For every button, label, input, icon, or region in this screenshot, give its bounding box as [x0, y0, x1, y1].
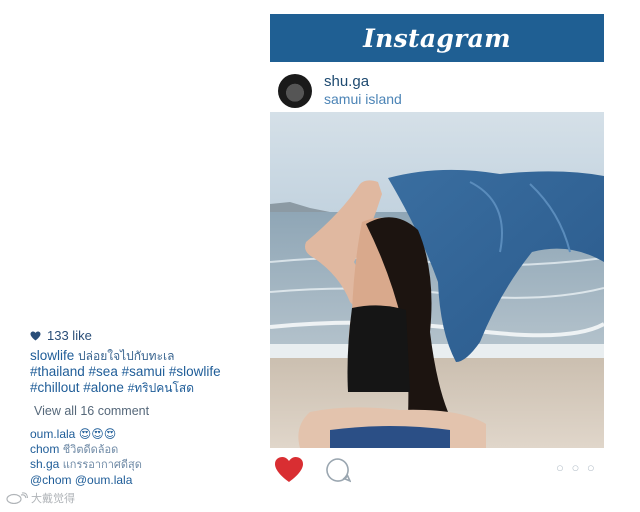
likes-row[interactable]: 133 like: [30, 328, 266, 343]
watermark-text: 大戴觉得: [31, 493, 75, 505]
more-options-icon[interactable]: ○ ○ ○: [556, 460, 597, 475]
comment-username[interactable]: oum.lala: [30, 427, 75, 441]
post-header: shu.ga samui island: [270, 70, 604, 114]
caption-username[interactable]: slowlife: [30, 348, 74, 363]
post-username[interactable]: shu.ga: [324, 73, 369, 90]
comment-username[interactable]: chom: [30, 442, 59, 456]
comment-item: oum.lala 😍😍😍: [30, 427, 266, 442]
comment-text: 😍😍😍: [78, 427, 117, 441]
instagram-logo: Instagram: [363, 23, 511, 53]
post-actions: ○ ○ ○: [270, 450, 604, 490]
comment-item: chom ชีวิตดีดล้อด: [30, 442, 266, 458]
caption-hashtags-line1[interactable]: #thailand #sea #samui #slowlife: [30, 364, 266, 380]
comment-item: sh.ga แกรรอากาศดีสุด: [30, 457, 266, 473]
post-caption: slowlife ปล่อยใจไปกับทะเล #thailand #sea…: [30, 348, 266, 396]
likes-heart-icon: [30, 330, 41, 341]
caption-hashtags-line2[interactable]: #chillout #alone: [30, 380, 124, 395]
comment-username[interactable]: sh.ga: [30, 457, 59, 471]
caption-column: 133 like slowlife ปล่อยใจไปกับทะเล #thai…: [30, 328, 266, 487]
comment-mentions[interactable]: @chom @oum.lala: [30, 473, 132, 487]
heart-icon[interactable]: [274, 456, 304, 484]
comment-text: แกรรอากาศดีสุด: [62, 459, 142, 471]
likes-count: 133 like: [47, 328, 92, 343]
avatar[interactable]: [278, 74, 312, 108]
comment-item: @chom @oum.lala: [30, 473, 266, 488]
view-all-comments-link[interactable]: View all 16 comment: [34, 404, 266, 418]
comment-text: ชีวิตดีดล้อด: [62, 443, 119, 456]
post-photo[interactable]: [270, 112, 604, 448]
caption-text: ปล่อยใจไปกับทะเล: [78, 349, 175, 363]
app-header: Instagram: [270, 14, 604, 62]
watermark: 大戴觉得: [6, 490, 75, 506]
comment-icon[interactable]: [325, 457, 351, 483]
caption-hashtag-thai[interactable]: #ทริปคนโสด: [128, 381, 194, 395]
weibo-logo-icon: [6, 492, 28, 504]
beach-photo: [270, 112, 604, 448]
instagram-post-card: Instagram shu.ga samui island ○ ○ ○: [270, 14, 604, 490]
post-location[interactable]: samui island: [324, 91, 402, 107]
